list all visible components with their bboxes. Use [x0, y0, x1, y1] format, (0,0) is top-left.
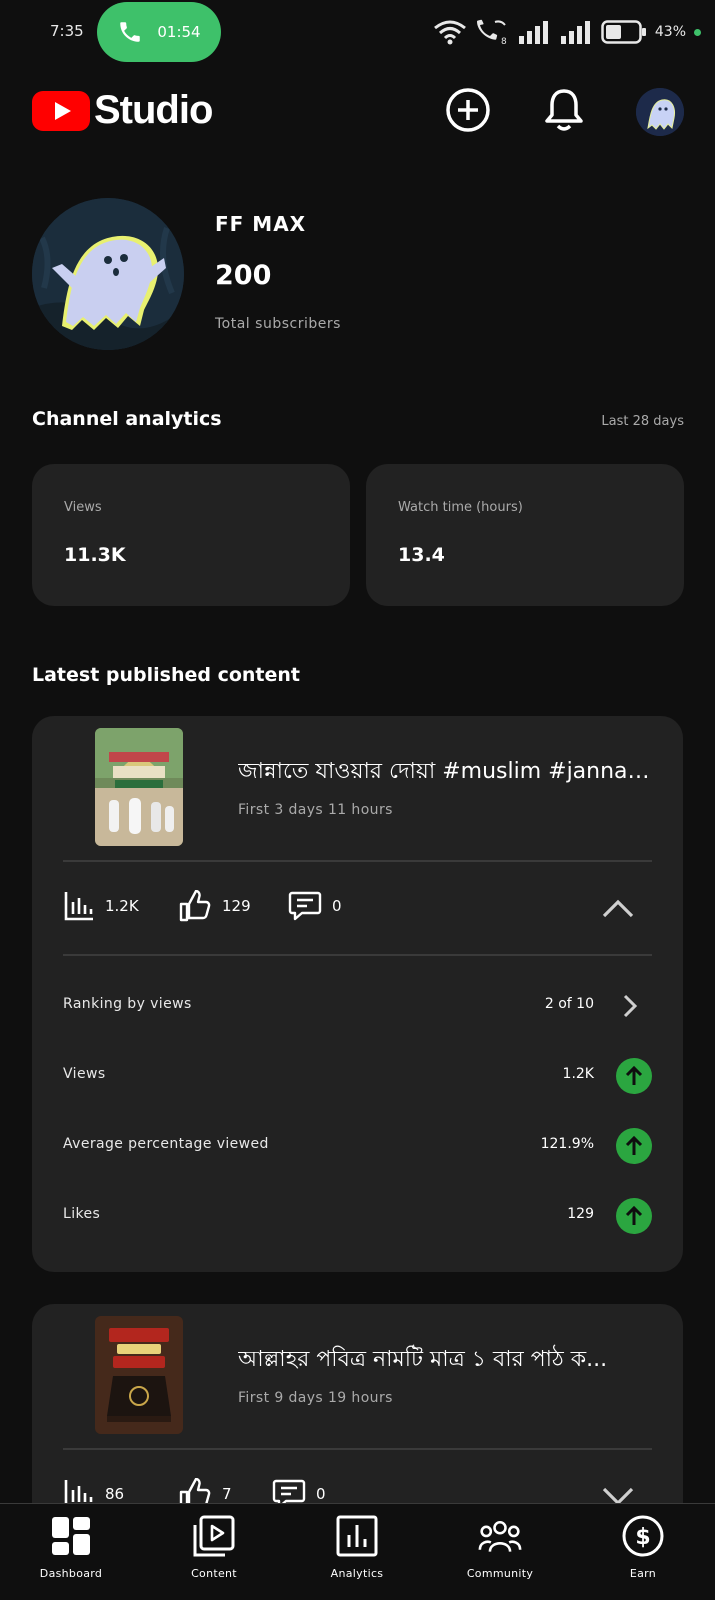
video-title[interactable]: জান্নাতে যাওয়ার দোয়া #muslim #jannat #…	[238, 754, 658, 791]
status-icons: 8 43%	[433, 16, 701, 48]
comments-metric: 0	[288, 890, 342, 922]
detail-label: Likes	[63, 1206, 101, 1222]
nav-label: Earn	[629, 1567, 657, 1580]
create-button[interactable]	[444, 86, 492, 134]
latest-content-title: Latest published content	[32, 664, 301, 686]
video-thumbnail[interactable]	[95, 728, 183, 846]
avg-percentage-row: Average percentage viewed 121.9%	[63, 1126, 652, 1166]
wifi-calling-icon: 8	[476, 19, 507, 45]
comment-icon	[288, 891, 322, 921]
notifications-icon	[545, 89, 583, 131]
divider	[63, 954, 652, 956]
quran-thumbnail-image	[95, 1316, 183, 1434]
chevron-right-icon[interactable]	[616, 992, 644, 1020]
subscriber-label: Total subscribers	[215, 316, 341, 332]
comments-value: 0	[332, 897, 342, 915]
stat-value: 11.3K	[64, 544, 126, 566]
ghost-avatar-icon	[636, 88, 684, 136]
svg-text:8: 8	[501, 37, 507, 45]
phone-icon	[120, 22, 141, 42]
analytics-period: Last 28 days	[601, 414, 684, 429]
detail-value: 121.9%	[540, 1136, 594, 1152]
arrow-up-icon	[616, 1058, 652, 1094]
status-bar: 7:35 01:54 8 43%	[0, 0, 715, 64]
video-age: First 9 days 19 hours	[238, 1390, 393, 1406]
youtube-logo-icon	[32, 90, 90, 131]
detail-value: 2 of 10	[544, 996, 594, 1012]
detail-label: Average percentage viewed	[63, 1136, 269, 1152]
battery-percent: 43%	[654, 24, 686, 40]
comments-value: 0	[316, 1485, 326, 1503]
detail-value: 129	[567, 1206, 594, 1222]
stat-label: Watch time (hours)	[398, 500, 523, 515]
nav-label: Community	[466, 1567, 534, 1580]
views-metric: 1.2K	[63, 890, 139, 922]
nav-community[interactable]: Community	[445, 1514, 555, 1594]
thumbs-up-icon	[179, 890, 211, 922]
video-card[interactable]: জান্নাতে যাওয়ার দোয়া #muslim #jannat #…	[32, 716, 683, 1272]
ranking-row[interactable]: Ranking by views 2 of 10	[63, 986, 652, 1026]
app-name: Studio	[94, 88, 213, 132]
arrow-up-icon	[616, 1128, 652, 1164]
watch-time-card[interactable]: Watch time (hours) 13.4	[366, 464, 684, 606]
stat-value: 13.4	[398, 544, 445, 566]
analytics-icon	[335, 1514, 379, 1558]
community-icon	[478, 1514, 522, 1558]
nav-label: Content	[191, 1567, 237, 1580]
dashboard-icon	[49, 1514, 93, 1558]
call-timer: 01:54	[157, 23, 201, 41]
video-title[interactable]: আল্লাহর পবিত্র নামটি মাত্র ১ বার পাঠ ক..…	[238, 1342, 658, 1379]
content-icon	[192, 1514, 236, 1558]
nav-earn[interactable]: $ Earn	[588, 1514, 698, 1594]
bar-chart-icon	[64, 892, 93, 921]
likes-value: 7	[222, 1485, 232, 1503]
channel-analytics-title: Channel analytics	[32, 408, 222, 430]
chevron-up-icon	[602, 899, 634, 918]
likes-value: 129	[222, 897, 251, 915]
divider	[63, 1448, 652, 1450]
youtube-studio-logo: Studio	[32, 88, 213, 133]
divider	[63, 860, 652, 862]
detail-value: 1.2K	[562, 1066, 594, 1082]
likes-metric: 129	[178, 890, 251, 922]
detail-label: Ranking by views	[63, 996, 192, 1012]
mosque-thumbnail-image	[95, 728, 183, 846]
earn-icon: $	[621, 1514, 665, 1558]
likes-detail-row: Likes 129	[63, 1196, 652, 1236]
ghost-avatar-icon	[32, 198, 184, 350]
status-time: 7:35	[50, 22, 84, 40]
app-header: Studio	[0, 80, 715, 148]
battery-icon	[601, 20, 646, 44]
create-icon	[446, 88, 490, 132]
detail-label: Views	[63, 1066, 106, 1082]
signal-icon	[518, 21, 548, 44]
account-avatar[interactable]	[636, 88, 684, 136]
notifications-button[interactable]	[540, 86, 588, 134]
video-age: First 3 days 11 hours	[238, 802, 393, 818]
nav-analytics[interactable]: Analytics	[302, 1514, 412, 1594]
views-value: 86	[105, 1485, 125, 1503]
nav-content[interactable]: Content	[159, 1514, 269, 1594]
nav-label: Dashboard	[39, 1567, 103, 1580]
ongoing-call-pill[interactable]: 01:54	[97, 2, 221, 62]
stat-label: Views	[64, 500, 102, 515]
channel-avatar[interactable]	[32, 198, 184, 350]
views-detail-row: Views 1.2K	[63, 1056, 652, 1096]
views-value: 1.2K	[105, 897, 139, 915]
views-card[interactable]: Views 11.3K	[32, 464, 350, 606]
bottom-navigation: Dashboard Content Analytics Community $ …	[0, 1503, 715, 1600]
signal-icon-2	[560, 21, 590, 44]
channel-name: FF MAX	[215, 212, 307, 236]
collapse-button[interactable]	[598, 888, 638, 928]
wifi-icon	[433, 20, 466, 45]
video-thumbnail[interactable]	[95, 1316, 183, 1434]
svg-text:$: $	[635, 1525, 650, 1550]
subscriber-count: 200	[215, 260, 272, 291]
privacy-indicator-dot	[694, 28, 701, 36]
nav-label: Analytics	[330, 1567, 384, 1580]
nav-dashboard[interactable]: Dashboard	[16, 1514, 126, 1594]
arrow-up-icon	[616, 1198, 652, 1234]
